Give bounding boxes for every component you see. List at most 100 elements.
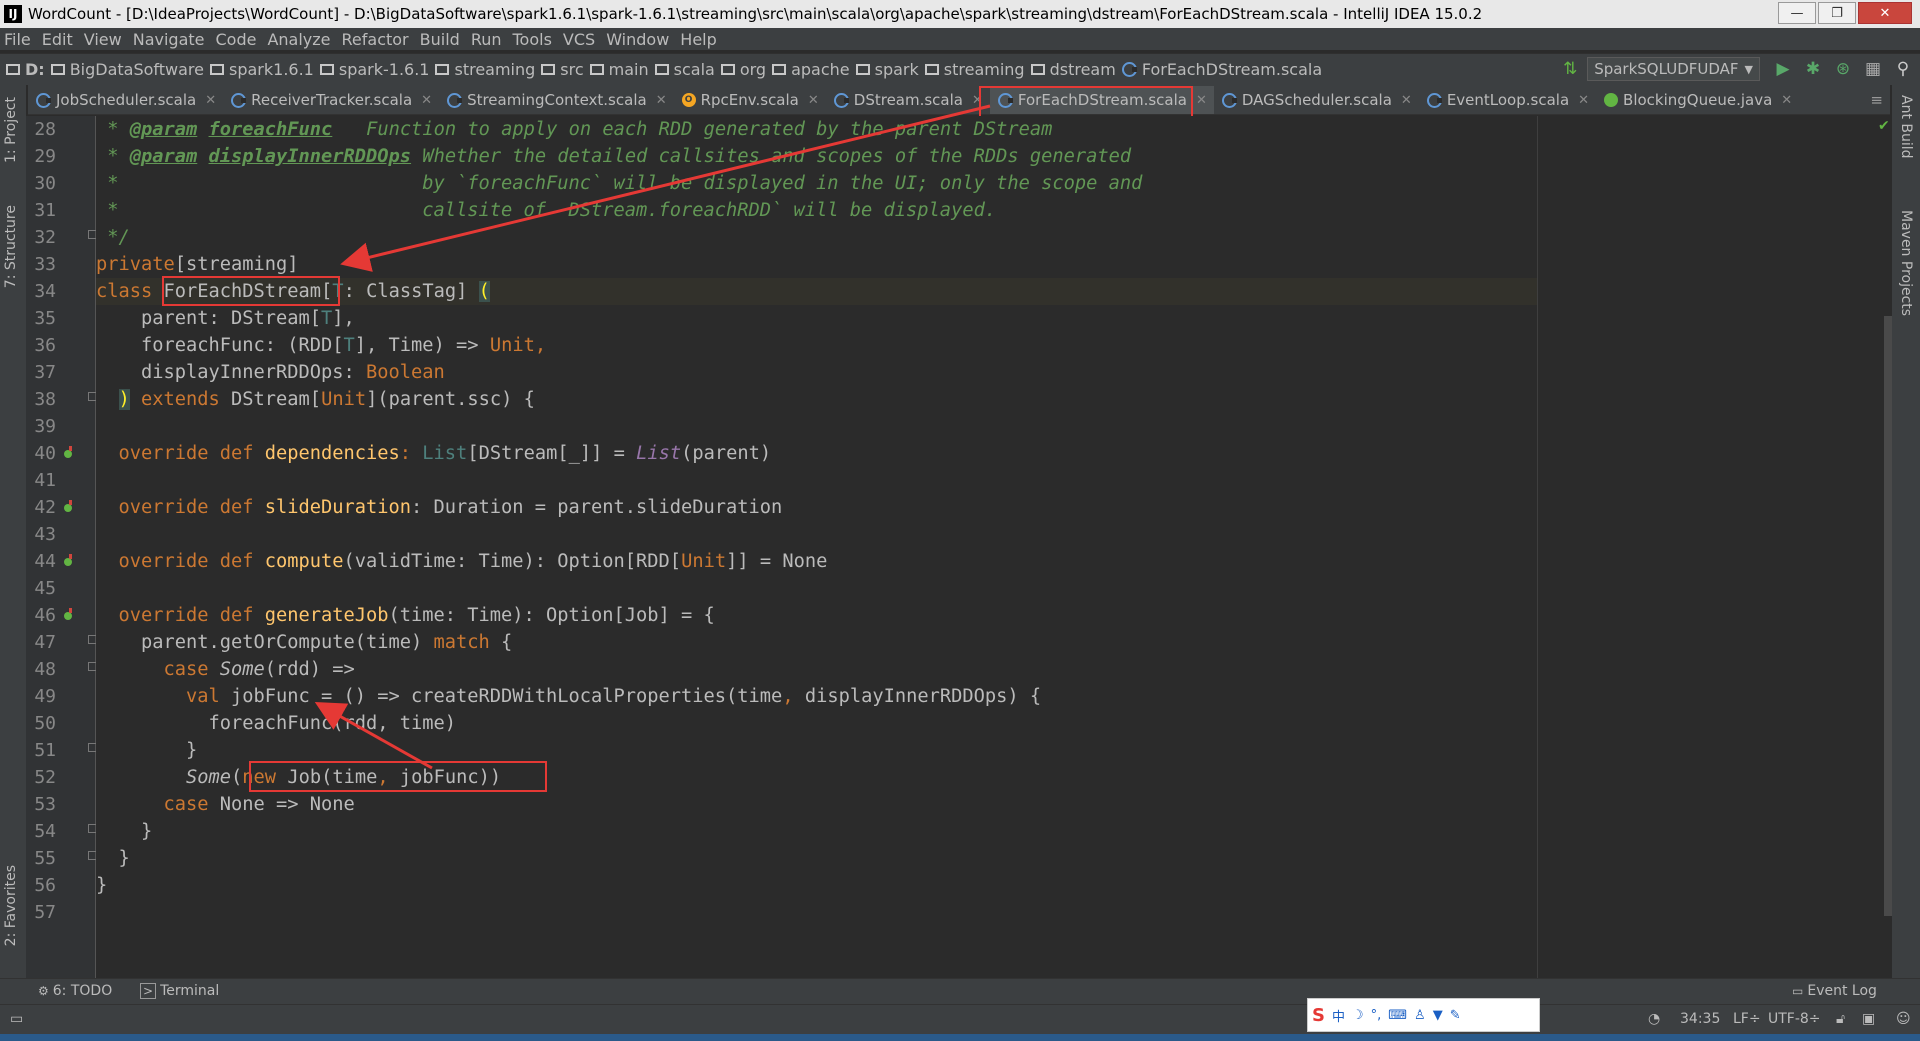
tab-label: EventLoop.scala bbox=[1446, 91, 1570, 109]
breadcrumb-label: apache bbox=[791, 60, 850, 79]
line-number: 36 bbox=[34, 335, 56, 356]
breadcrumb-item[interactable]: apache bbox=[772, 60, 850, 79]
tab-eventloop[interactable]: EventLoop.scala ✕ bbox=[1419, 86, 1596, 114]
shirt-icon[interactable]: ▼ bbox=[1433, 1008, 1443, 1023]
wrench-icon[interactable]: ✎ bbox=[1450, 1008, 1461, 1023]
terminal-tool-button[interactable]: > Terminal bbox=[140, 983, 219, 999]
menu-analyze[interactable]: Analyze bbox=[267, 30, 330, 49]
tab-jobscheduler[interactable]: JobScheduler.scala ✕ bbox=[28, 86, 223, 114]
coverage-icon[interactable]: ⊛ bbox=[1830, 56, 1856, 82]
todo-tool-button[interactable]: ⚙ 6: TODO bbox=[38, 983, 112, 999]
menu-file[interactable]: File bbox=[4, 30, 31, 49]
menu-run[interactable]: Run bbox=[471, 30, 502, 49]
search-icon[interactable]: ⚲ bbox=[1890, 56, 1916, 82]
run-icon[interactable]: ▶ bbox=[1770, 56, 1796, 82]
tool-window-maven[interactable]: Maven Projects bbox=[1898, 210, 1914, 316]
tab-blockingqueue[interactable]: BlockingQueue.java ✕ bbox=[1596, 86, 1799, 114]
memory-indicator-icon[interactable]: ◔ bbox=[1648, 1011, 1660, 1027]
line-number: 39 bbox=[34, 416, 56, 437]
breadcrumb-item[interactable]: scala bbox=[654, 60, 715, 79]
tab-streamingcontext[interactable]: StreamingContext.scala ✕ bbox=[439, 86, 674, 114]
event-log-button[interactable]: ▭ Event Log bbox=[1792, 983, 1877, 999]
override-marker-icon[interactable] bbox=[64, 500, 72, 512]
breadcrumb-drive[interactable]: D: bbox=[6, 60, 45, 79]
line-separator[interactable]: LF÷ bbox=[1733, 1011, 1761, 1027]
close-tab-icon[interactable]: ✕ bbox=[1578, 93, 1589, 108]
menu-help[interactable]: Help bbox=[680, 30, 716, 49]
editor-tabs: JobScheduler.scala ✕ ReceiverTracker.scal… bbox=[28, 85, 1890, 115]
project-structure-icon[interactable]: ▦ bbox=[1860, 56, 1886, 82]
editor-scrollbar[interactable] bbox=[1884, 116, 1892, 978]
tool-window-ant-build[interactable]: Ant Build bbox=[1898, 95, 1914, 159]
menu-edit[interactable]: Edit bbox=[42, 30, 73, 49]
caret-position[interactable]: 34:35 bbox=[1680, 1011, 1720, 1027]
inspection-ok-icon[interactable]: ✔ bbox=[1878, 118, 1890, 134]
user-icon[interactable]: ♙ bbox=[1414, 1008, 1426, 1023]
close-tab-icon[interactable]: ✕ bbox=[656, 93, 667, 108]
build-icon[interactable]: ⇅ bbox=[1557, 56, 1583, 82]
close-tab-icon[interactable]: ✕ bbox=[421, 93, 432, 108]
override-marker-icon[interactable] bbox=[64, 554, 72, 566]
run-configuration-select[interactable]: SparkSQLUDFUDAF ▼ bbox=[1587, 57, 1760, 81]
tool-window-project[interactable]: 1: Project bbox=[3, 97, 19, 163]
close-tab-icon[interactable]: ✕ bbox=[1781, 93, 1792, 108]
menu-refactor[interactable]: Refactor bbox=[342, 30, 409, 49]
breadcrumb-item[interactable]: streaming bbox=[924, 60, 1025, 79]
tab-dstream[interactable]: DStream.scala ✕ bbox=[826, 86, 990, 114]
folder-icon bbox=[654, 64, 669, 75]
menu-build[interactable]: Build bbox=[420, 30, 460, 49]
lock-icon[interactable]: 🔓︎ bbox=[1836, 1011, 1845, 1027]
override-marker-icon[interactable] bbox=[64, 446, 72, 458]
menu-view[interactable]: View bbox=[84, 30, 122, 49]
window-title: WordCount - [D:\IdeaProjects\WordCount] … bbox=[28, 5, 1483, 23]
folder-icon bbox=[855, 64, 870, 75]
breadcrumb-item[interactable]: streaming bbox=[435, 60, 535, 79]
scrollbar-thumb[interactable] bbox=[1884, 316, 1892, 916]
punct-icon[interactable]: °, bbox=[1371, 1008, 1382, 1023]
moon-icon[interactable]: ☽ bbox=[1352, 1008, 1364, 1023]
debug-icon[interactable]: ✱ bbox=[1800, 56, 1826, 82]
breadcrumb-item[interactable]: spark1.6.1 bbox=[210, 60, 314, 79]
tab-rpcenv[interactable]: O RpcEnv.scala ✕ bbox=[674, 86, 826, 114]
tab-receivertracker[interactable]: ReceiverTracker.scala ✕ bbox=[223, 86, 439, 114]
menu-code[interactable]: Code bbox=[216, 30, 257, 49]
file-encoding[interactable]: UTF-8÷ bbox=[1768, 1011, 1821, 1027]
menu-tools[interactable]: Tools bbox=[513, 30, 552, 49]
intellij-app-icon: IJ bbox=[4, 5, 22, 23]
keyboard-icon[interactable]: ⌨ bbox=[1388, 1008, 1407, 1023]
breadcrumb-item[interactable]: BigDataSoftware bbox=[50, 60, 204, 79]
close-tab-icon[interactable]: ✕ bbox=[1401, 93, 1412, 108]
folder-icon bbox=[589, 64, 604, 75]
close-tab-icon[interactable]: ✕ bbox=[1196, 93, 1207, 108]
git-icon[interactable]: ▣ bbox=[1862, 1011, 1875, 1027]
menu-window[interactable]: Window bbox=[606, 30, 669, 49]
tabs-overflow-icon[interactable]: ≡ bbox=[1862, 86, 1890, 114]
breadcrumb-file[interactable]: ForEachDStream.scala bbox=[1121, 60, 1322, 79]
left-tool-strip: 1: Project 7: Structure 2: Favorites bbox=[0, 85, 26, 978]
tool-window-favorites[interactable]: 2: Favorites bbox=[3, 865, 19, 946]
sogou-logo-icon[interactable]: S bbox=[1312, 1005, 1325, 1026]
tab-dagscheduler[interactable]: DAGScheduler.scala ✕ bbox=[1214, 86, 1419, 114]
close-tab-icon[interactable]: ✕ bbox=[808, 93, 819, 108]
breadcrumb-item[interactable]: src bbox=[541, 60, 584, 79]
override-marker-icon[interactable] bbox=[64, 608, 72, 620]
line-number: 35 bbox=[34, 308, 56, 329]
tool-windows-toggle-icon[interactable]: ▭ bbox=[10, 1011, 23, 1027]
line-number: 32 bbox=[34, 227, 56, 248]
menu-navigate[interactable]: Navigate bbox=[133, 30, 205, 49]
breadcrumb-item[interactable]: main bbox=[589, 60, 649, 79]
code-editor[interactable]: * @param foreachFunc Function to apply o… bbox=[96, 116, 1884, 978]
ime-mode-label[interactable]: 中 bbox=[1332, 1006, 1345, 1025]
breadcrumb-item[interactable]: dstream bbox=[1030, 60, 1116, 79]
breadcrumb-item[interactable]: spark-1.6.1 bbox=[319, 60, 429, 79]
maximize-button[interactable]: ❐ bbox=[1818, 2, 1856, 24]
minimize-button[interactable]: — bbox=[1778, 2, 1816, 24]
tool-window-structure[interactable]: 7: Structure bbox=[3, 205, 19, 288]
menu-vcs[interactable]: VCS bbox=[563, 30, 595, 49]
breadcrumb-item[interactable]: org bbox=[720, 60, 766, 79]
code-line-55: } bbox=[96, 848, 130, 869]
close-tab-icon[interactable]: ✕ bbox=[205, 93, 216, 108]
close-window-button[interactable]: ✕ bbox=[1858, 2, 1912, 24]
breadcrumb-item[interactable]: spark bbox=[855, 60, 919, 79]
hector-icon[interactable]: ☺ bbox=[1896, 1011, 1911, 1027]
